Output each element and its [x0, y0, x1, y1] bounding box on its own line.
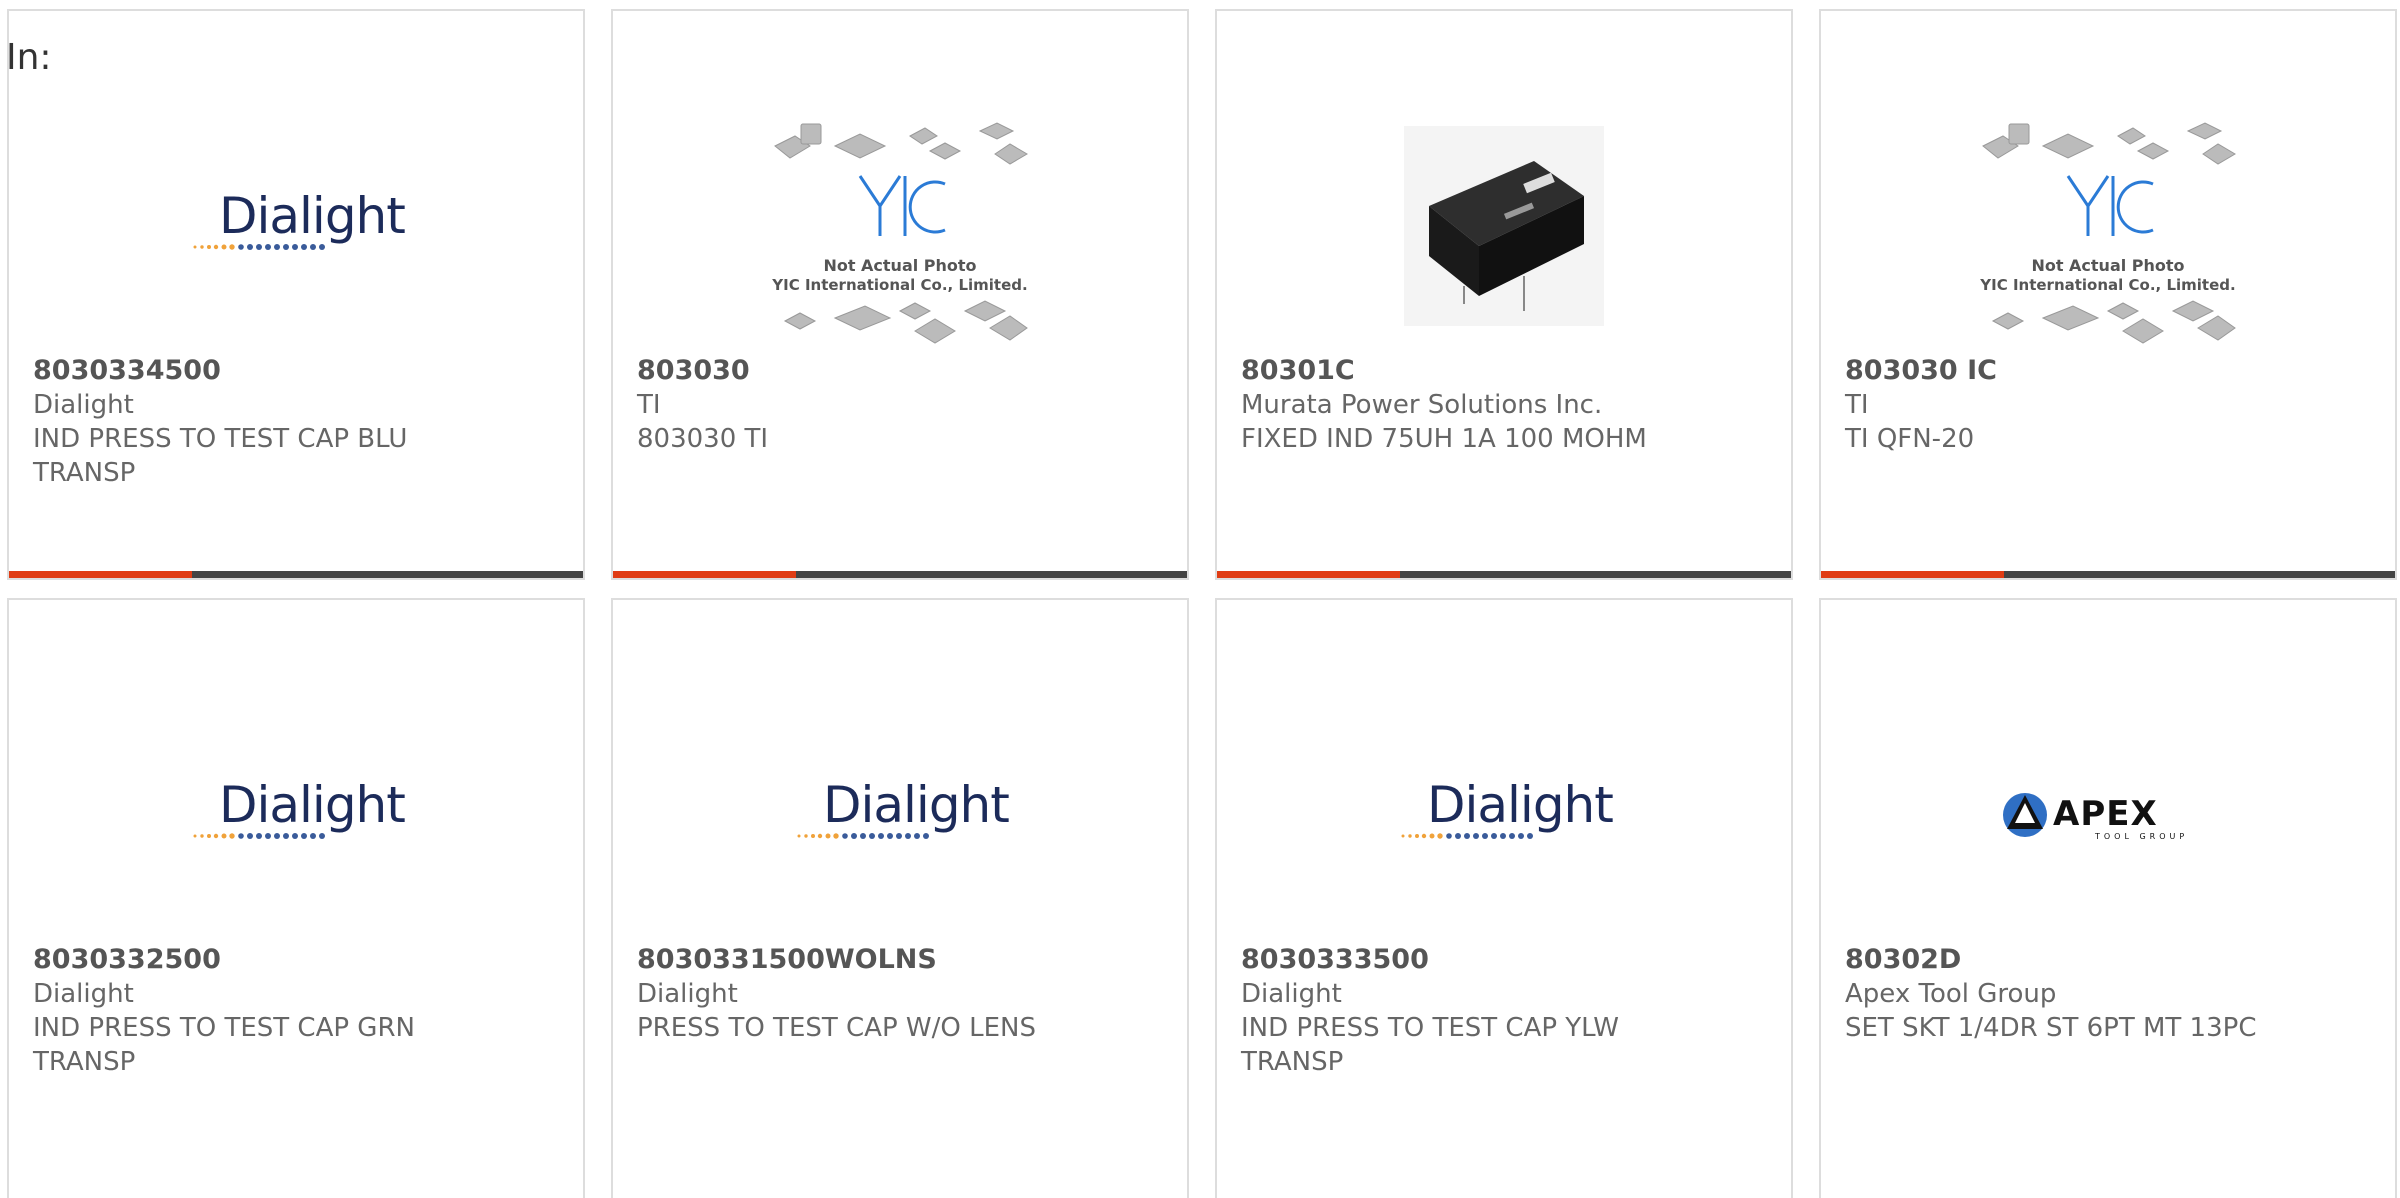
logo-dots-icon — [193, 244, 325, 250]
product-image[interactable]: Dialight — [1217, 680, 1791, 950]
inductor-photo — [1404, 126, 1604, 326]
description: IND PRESS TO TEST CAP GRN TRANSP — [33, 1013, 415, 1077]
svg-text:YIC International Co., Limited: YIC International Co., Limited. — [1979, 276, 2235, 294]
part-number[interactable]: 803030 — [637, 354, 1163, 388]
product-grid: Dialight 8030334500 Dialight IND PRESS T… — [0, 0, 2400, 1198]
description: SET SKT 1/4DR ST 6PT MT 13PC — [1845, 1013, 2257, 1043]
product-image[interactable]: Dialight — [9, 680, 583, 950]
product-image[interactable]: APEX TOOL GROUP — [1821, 680, 2395, 950]
description: IND PRESS TO TEST CAP BLU TRANSP — [33, 424, 408, 488]
product-card[interactable]: Not Actual Photo YIC International Co., … — [1819, 9, 2397, 580]
logo-dots-icon — [193, 833, 325, 839]
yic-placeholder-image: Not Actual Photo YIC International Co., … — [771, 122, 1028, 344]
product-card[interactable]: Dialight 8030332500 Dialight IND PRESS T… — [7, 598, 585, 1198]
card-bar — [613, 571, 1187, 578]
product-card[interactable]: Dialight 8030334500 Dialight IND PRESS T… — [7, 9, 585, 580]
dialight-logo: Dialight — [191, 187, 406, 261]
description: PRESS TO TEST CAP W/O LENS — [637, 1013, 1036, 1043]
manufacturer: TI — [1845, 390, 1869, 420]
apex-logo: APEX TOOL GROUP — [2003, 793, 2188, 841]
part-number[interactable]: 80301C — [1241, 354, 1767, 388]
product-card[interactable]: Not Actual Photo YIC International Co., … — [611, 9, 1189, 580]
product-image[interactable]: Dialight — [613, 680, 1187, 950]
description: TI QFN-20 — [1845, 424, 1975, 454]
dialight-logo: Dialight — [795, 776, 1010, 850]
manufacturer: Dialight — [637, 979, 738, 1009]
card-bar — [1821, 571, 2395, 578]
product-image[interactable]: Not Actual Photo YIC International Co., … — [1821, 91, 2395, 361]
product-image[interactable]: Not Actual Photo YIC International Co., … — [613, 91, 1187, 361]
manufacturer: Dialight — [33, 979, 134, 1009]
manufacturer: TI — [637, 390, 661, 420]
description: FIXED IND 75UH 1A 100 MOHM — [1241, 424, 1647, 454]
dialight-logo: Dialight — [191, 776, 406, 850]
svg-text:Not Actual Photo: Not Actual Photo — [2031, 256, 2184, 275]
card-bar — [9, 571, 583, 578]
manufacturer: Dialight — [33, 390, 134, 420]
svg-text:TOOL GROUP: TOOL GROUP — [2094, 832, 2188, 841]
product-card[interactable]: Dialight 8030331500WOLNS Dialight PRESS … — [611, 598, 1189, 1198]
part-number[interactable]: 8030333500 — [1241, 943, 1767, 977]
product-image[interactable] — [1217, 91, 1791, 361]
product-image[interactable]: Dialight — [9, 91, 583, 361]
part-number[interactable]: 803030 IC — [1845, 354, 2371, 388]
part-number[interactable]: 8030332500 — [33, 943, 559, 977]
manufacturer: Murata Power Solutions Inc. — [1241, 390, 1603, 420]
svg-text:YIC International Co., Limited: YIC International Co., Limited. — [771, 276, 1027, 294]
in-label: In: — [6, 37, 52, 78]
product-card[interactable]: 80301C Murata Power Solutions Inc. FIXED… — [1215, 9, 1793, 580]
part-number[interactable]: 80302D — [1845, 943, 2371, 977]
manufacturer: Dialight — [1241, 979, 1342, 1009]
dialight-logo: Dialight — [1399, 776, 1614, 850]
description: 803030 TI — [637, 424, 769, 454]
manufacturer: Apex Tool Group — [1845, 979, 2057, 1009]
product-card[interactable]: Dialight 8030333500 Dialight IND PRESS T… — [1215, 598, 1793, 1198]
svg-text:APEX: APEX — [2053, 794, 2158, 834]
logo-dots-icon — [797, 833, 929, 839]
description: IND PRESS TO TEST CAP YLW TRANSP — [1241, 1013, 1619, 1077]
part-number[interactable]: 8030334500 — [33, 354, 559, 388]
yic-placeholder-image: Not Actual Photo YIC International Co., … — [1979, 122, 2236, 344]
svg-text:Not Actual Photo: Not Actual Photo — [823, 256, 976, 275]
product-card[interactable]: APEX TOOL GROUP 80302D Apex Tool Group S… — [1819, 598, 2397, 1198]
logo-dots-icon — [1401, 833, 1533, 839]
part-number[interactable]: 8030331500WOLNS — [637, 943, 1163, 977]
card-bar — [1217, 571, 1791, 578]
